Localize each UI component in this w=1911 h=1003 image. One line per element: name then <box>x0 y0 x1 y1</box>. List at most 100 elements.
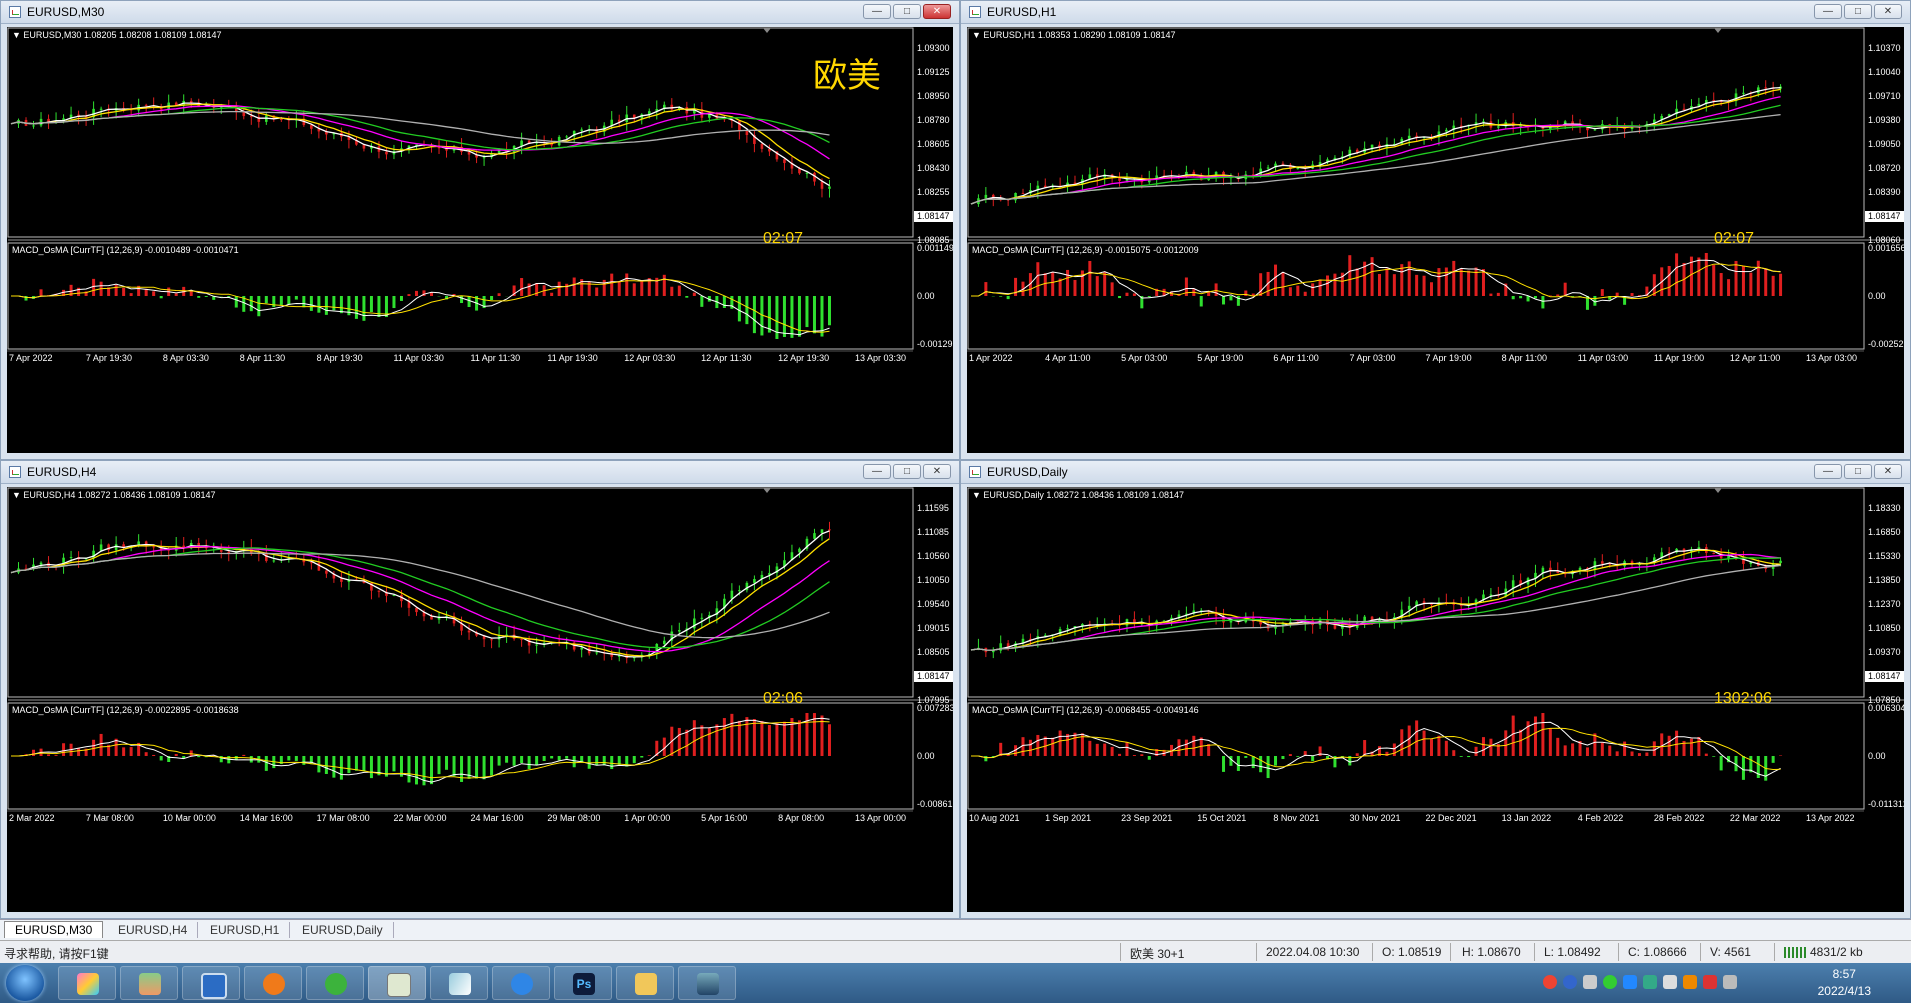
macd-histogram-bar <box>129 747 133 756</box>
candle-body <box>1779 560 1782 564</box>
taskbar-app-desktop[interactable] <box>182 966 240 1000</box>
chart-area[interactable]: ▼ EURUSD,M30 1.08205 1.08208 1.08109 1.0… <box>7 27 953 453</box>
macd-histogram-bar <box>602 756 606 766</box>
chart-window-h4[interactable]: EURUSD,H4 — □ ✕ ▼ EURUSD,H4 1.08272 1.08… <box>0 460 960 919</box>
time-tick: 8 Apr 11:00 <box>1502 353 1547 363</box>
candle-body <box>745 130 749 136</box>
price-tick: 1.08390 <box>1868 187 1901 197</box>
macd-histogram-bar <box>527 283 531 296</box>
sogou-icon[interactable] <box>1543 975 1557 989</box>
taskbar-app-editor[interactable] <box>492 966 550 1000</box>
macd-histogram-bar <box>1630 751 1634 756</box>
chart-svg[interactable]: ▼ EURUSD,Daily 1.08272 1.08436 1.08109 1… <box>967 487 1904 912</box>
tab-eurusd-h4[interactable]: EURUSD,H4 <box>108 922 199 938</box>
macd-histogram-bar <box>257 296 261 317</box>
macd-histogram-bar <box>557 281 561 296</box>
candle-body <box>1519 125 1522 127</box>
messenger-icon[interactable] <box>1623 975 1637 989</box>
close-button[interactable]: ✕ <box>1874 464 1902 479</box>
macd-histogram-bar <box>722 296 726 308</box>
window-title-bar[interactable]: EURUSD,H4 — □ ✕ <box>1 461 959 484</box>
maximize-button[interactable]: □ <box>1844 4 1872 19</box>
chart-svg[interactable]: ▼ EURUSD,M30 1.08205 1.08208 1.08109 1.0… <box>7 27 953 453</box>
window-title-bar[interactable]: EURUSD,M30 — □ ✕ <box>1 1 959 24</box>
chart-area[interactable]: ▼ EURUSD,H4 1.08272 1.08436 1.08109 1.08… <box>7 487 953 912</box>
window-title-bar[interactable]: EURUSD,Daily — □ ✕ <box>961 461 1910 484</box>
candle-body <box>828 186 831 189</box>
time-tick: 8 Apr 19:30 <box>317 353 363 363</box>
tab-eurusd-m30[interactable]: EURUSD,M30 <box>4 921 104 938</box>
network-icon[interactable] <box>1583 975 1597 989</box>
taskbar-app-contacts[interactable] <box>120 966 178 1000</box>
system-clock[interactable]: 8:57 2022/4/13 <box>1818 966 1871 1000</box>
taskbar-app-metatrader[interactable] <box>368 966 426 1000</box>
macd-histogram-bar <box>752 296 756 334</box>
macd-histogram-bar <box>1771 275 1775 296</box>
maximize-button[interactable]: □ <box>893 4 921 19</box>
start-button[interactable] <box>6 965 44 1001</box>
window-title: EURUSD,H1 <box>987 5 1057 19</box>
close-button[interactable]: ✕ <box>1874 4 1902 19</box>
chart-area[interactable]: ▼ EURUSD,H1 1.08353 1.08290 1.08109 1.08… <box>967 27 1904 453</box>
maximize-button[interactable]: □ <box>1844 464 1872 479</box>
macd-histogram-bar <box>1222 296 1226 305</box>
tab-eurusd-daily[interactable]: EURUSD,Daily <box>292 922 394 938</box>
volume-icon[interactable] <box>1663 975 1677 989</box>
taskbar-app-notes[interactable] <box>430 966 488 1000</box>
price-tick: 1.08147 <box>1868 671 1901 681</box>
macd-histogram-bar <box>1132 755 1136 756</box>
maximize-button[interactable]: □ <box>893 464 921 479</box>
macd-histogram-bar <box>1459 756 1463 757</box>
taskbar-app-photos[interactable] <box>678 966 736 1000</box>
photos-icon <box>697 973 719 995</box>
close-button[interactable]: ✕ <box>923 4 951 19</box>
tab-eurusd-h1[interactable]: EURUSD,H1 <box>200 922 291 938</box>
macd-histogram-bar <box>685 296 689 298</box>
chart-window-daily[interactable]: EURUSD,Daily — □ ✕ ▼ EURUSD,Daily 1.0827… <box>960 460 1911 919</box>
candle-body <box>1021 192 1025 194</box>
taskbar-app-wechat[interactable] <box>306 966 364 1000</box>
macd-histogram-bar <box>1608 745 1612 756</box>
chart-svg[interactable]: ▼ EURUSD,H1 1.08353 1.08290 1.08109 1.08… <box>967 27 1904 453</box>
macd-histogram-bar <box>294 296 298 300</box>
taskbar-app-explorer[interactable] <box>616 966 674 1000</box>
flag-icon[interactable] <box>1703 975 1717 989</box>
price-tick: 1.08780 <box>917 115 950 125</box>
close-button[interactable]: ✕ <box>923 464 951 479</box>
macd-histogram-bar <box>414 756 418 785</box>
macd-histogram-bar <box>32 749 36 756</box>
macd-histogram-bar <box>745 296 749 325</box>
macd-histogram-bar <box>632 283 636 296</box>
minimize-button[interactable]: — <box>1814 464 1842 479</box>
chart-window-h1[interactable]: EURUSD,H1 — □ ✕ ▼ EURUSD,H1 1.08353 1.08… <box>960 0 1911 460</box>
chart-svg[interactable]: ▼ EURUSD,H4 1.08272 1.08436 1.08109 1.08… <box>7 487 953 912</box>
macd-histogram-bar <box>197 296 201 298</box>
shift-marker <box>763 28 771 33</box>
macd-histogram-bar <box>174 754 178 756</box>
macd-histogram-bar <box>362 296 366 321</box>
shield-icon[interactable] <box>1643 975 1657 989</box>
taskbar-app-paint[interactable] <box>58 966 116 1000</box>
minimize-button[interactable]: — <box>863 4 891 19</box>
candle-body <box>991 650 995 653</box>
time-tick: 1 Sep 2021 <box>1045 813 1091 823</box>
main-plot-frame <box>967 27 1865 238</box>
macd-histogram-bar <box>1125 292 1129 296</box>
taskbar-app-photoshop[interactable]: Ps <box>554 966 612 1000</box>
macd-histogram-bar <box>1459 269 1463 296</box>
minimize-button[interactable]: — <box>863 464 891 479</box>
help-icon[interactable] <box>1563 975 1577 989</box>
wechat-tray-icon[interactable] <box>1603 975 1617 989</box>
macd-histogram-bar <box>737 296 741 322</box>
taskbar-app-browser[interactable] <box>244 966 302 1000</box>
macd-histogram-bar <box>1073 732 1077 756</box>
tools-icon[interactable] <box>1683 975 1697 989</box>
window-title-bar[interactable]: EURUSD,H1 — □ ✕ <box>961 1 1910 24</box>
signal-icon[interactable] <box>1723 975 1737 989</box>
minimize-button[interactable]: — <box>1814 4 1842 19</box>
chart-window-m30[interactable]: EURUSD,M30 — □ ✕ ▼ EURUSD,M30 1.08205 1.… <box>0 0 960 460</box>
symbol-info: ▼ EURUSD,M30 1.08205 1.08208 1.08109 1.0… <box>12 30 222 40</box>
chart-area[interactable]: ▼ EURUSD,Daily 1.08272 1.08436 1.08109 1… <box>967 487 1904 912</box>
price-tick: 1.10850 <box>1868 623 1901 633</box>
candle-body <box>693 618 696 629</box>
